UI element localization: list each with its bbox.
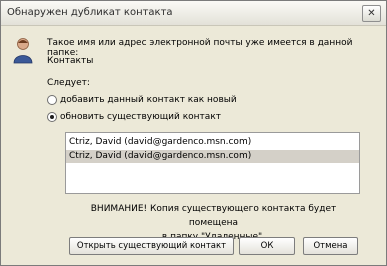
option-update-existing[interactable]: обновить существующий контакт [47, 112, 221, 122]
radio-update-existing[interactable] [47, 112, 57, 122]
option-update-existing-label: обновить существующий контакт [60, 112, 221, 122]
duplicate-message: Такое имя или адрес электронной почты уж… [47, 38, 353, 58]
dialog-title: Обнаружен дубликат контакта [7, 7, 173, 18]
follow-label: Следует: [47, 78, 90, 88]
cancel-button[interactable]: Отмена [303, 237, 358, 255]
duplicate-contact-dialog: Обнаружен дубликат контакта ✕ Такое имя … [0, 0, 387, 266]
close-icon: ✕ [367, 8, 376, 19]
option-add-new-label: добавить данный контакт как новый [60, 95, 237, 105]
ok-button[interactable]: ОК [239, 237, 295, 255]
warning-line1: ВНИМАНИЕ! Копия существующего контакта б… [90, 204, 337, 228]
close-button[interactable]: ✕ [362, 5, 381, 22]
open-existing-contact-button[interactable]: Открыть существующий контакт [69, 237, 234, 255]
folder-name: Контакты [47, 56, 94, 66]
contacts-listbox[interactable]: Ctriz, David (david@gardenco.msn.com) Ct… [65, 132, 360, 194]
contact-person-icon [13, 38, 33, 64]
list-item[interactable]: Ctriz, David (david@gardenco.msn.com) [66, 136, 359, 149]
option-add-new[interactable]: добавить данный контакт как новый [47, 95, 237, 105]
radio-add-new[interactable] [47, 95, 57, 105]
title-bar: Обнаружен дубликат контакта ✕ [1, 1, 386, 26]
list-item-selected[interactable]: Ctriz, David (david@gardenco.msn.com) [66, 150, 359, 163]
